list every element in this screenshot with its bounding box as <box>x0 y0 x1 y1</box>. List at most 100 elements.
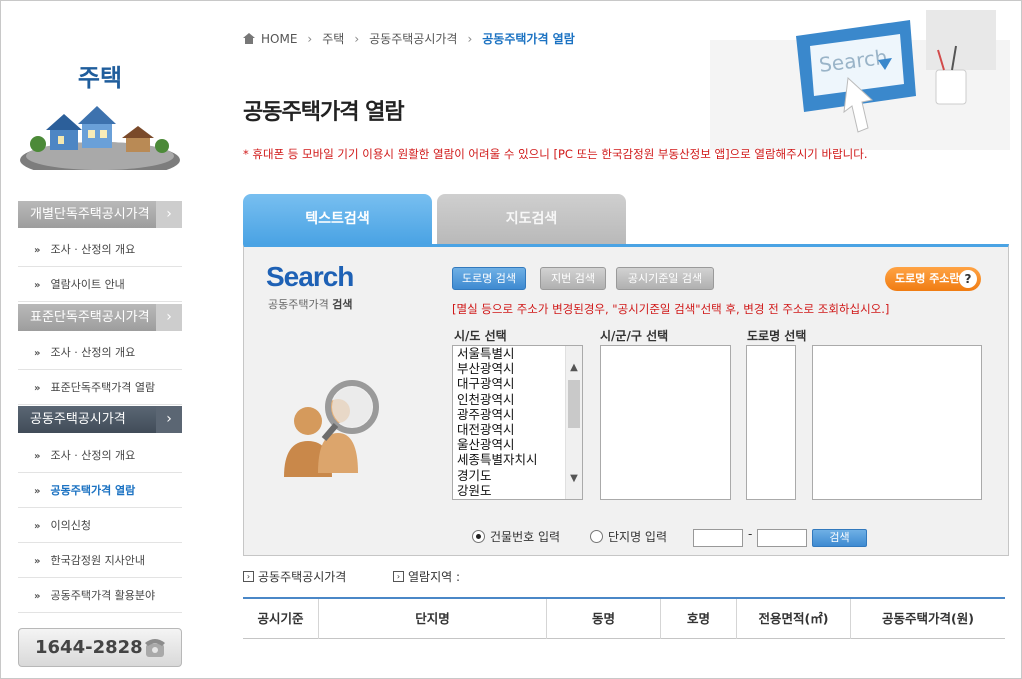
scroll-down-icon[interactable]: ▼ <box>566 471 582 487</box>
radio-label: 건물번호 입력 <box>490 530 561 544</box>
sidebar-item-apartment-view[interactable]: » 공동주택가격 열람 <box>18 473 182 508</box>
mobile-notice: * 휴대폰 등 모바일 기기 이용시 원활한 열람이 어려울 수 있으니 [PC… <box>243 147 868 161</box>
sido-option[interactable]: 세종특별자치시 <box>453 452 582 467</box>
sido-option[interactable]: 경기도 <box>453 468 582 483</box>
sido-options: 서울특별시 부산광역시 대구광역시 인천광역시 광주광역시 대전광역시 울산광역시 세종특별자… <box>453 346 582 498</box>
building-number-sub-input[interactable] <box>757 529 807 547</box>
radio-selected-icon[interactable] <box>472 530 485 543</box>
search-subtitle-prefix: 공동주택가격 <box>268 298 329 311</box>
scrollbar[interactable]: ▲ ▼ <box>565 346 582 499</box>
sido-select[interactable]: 서울특별시 부산광역시 대구광역시 인천광역시 광주광역시 대전광역시 울산광역시 세종특별자… <box>452 345 583 500</box>
bullet-icon: » <box>34 280 41 291</box>
sidebar-item-standard-view[interactable]: » 표준단독주택가격 열람 <box>18 370 182 405</box>
bullet-icon: » <box>34 521 41 532</box>
menu-individual-house[interactable]: 개별단독주택공시가격 › <box>18 201 182 228</box>
lot-number-search-button[interactable]: 지번 검색 <box>540 267 606 290</box>
col-complex-name: 단지명 <box>319 599 547 639</box>
col-notice-date: 공시기준 <box>243 599 319 639</box>
breadcrumb-home[interactable]: HOME <box>261 32 297 46</box>
search-submit-button[interactable]: 검색 <box>812 529 867 547</box>
chevron-right-icon: › <box>156 201 182 228</box>
road-address-button[interactable]: 도로명 주소란 ? <box>885 267 981 291</box>
road-address-label: 도로명 주소란 <box>895 272 960 285</box>
sidebar-item-survey-overview[interactable]: » 조사 · 산정의 개요 <box>18 438 182 473</box>
sidebar-item-label: 조사 · 산정의 개요 <box>50 346 136 359</box>
breadcrumb-apartment-price[interactable]: 공동주택공시가격 <box>369 30 457 47</box>
sido-option[interactable]: 대구광역시 <box>453 376 582 391</box>
chevron-right-icon: › <box>156 406 182 433</box>
bullet-icon: » <box>34 348 41 359</box>
breadcrumb: HOME › 주택 › 공동주택공시가격 › 공동주택가격 열람 <box>243 30 575 47</box>
sido-option[interactable]: 강원도 <box>453 483 582 498</box>
sidebar-item-objection[interactable]: » 이의신청 <box>18 508 182 543</box>
notice-date-search-button[interactable]: 공시기준일 검색 <box>616 267 714 290</box>
home-icon <box>243 33 255 44</box>
phone-number: 1644-2828 <box>35 637 143 658</box>
col-unit: 호명 <box>661 599 737 639</box>
bullet-icon: » <box>34 245 41 256</box>
sido-option[interactable]: 부산광역시 <box>453 361 582 376</box>
sigungu-label: 시/군/구 선택 <box>600 329 669 343</box>
breadcrumb-separator: › <box>307 31 313 46</box>
building-number-main-input[interactable] <box>693 529 743 547</box>
telephone-icon <box>145 639 165 657</box>
sidebar-item-branch-guide[interactable]: » 한국감정원 지사안내 <box>18 543 182 578</box>
arrow-box-icon: › <box>243 571 254 582</box>
road-name-select[interactable] <box>812 345 982 500</box>
col-building: 동명 <box>547 599 661 639</box>
sido-option[interactable]: 대전광역시 <box>453 422 582 437</box>
sidebar: 주택 개별단독주택공시가격 › » 조사 · 산정의 개요 » 열람사이트 안내 표… <box>18 0 182 679</box>
sigungu-select[interactable] <box>600 345 731 500</box>
road-initial-select[interactable] <box>746 345 796 500</box>
menu-label: 개별단독주택공시가격 <box>30 207 150 222</box>
radio-icon[interactable] <box>590 530 603 543</box>
breadcrumb-current: 공동주택가격 열람 <box>482 32 575 46</box>
building-number-radio[interactable]: 건물번호 입력 <box>472 528 560 545</box>
sidebar-item-survey-overview[interactable]: » 조사 · 산정의 개요 <box>18 232 182 267</box>
bullet-icon: » <box>34 556 41 567</box>
phone-banner: 1644-2828 <box>18 628 182 667</box>
sidebar-item-label: 이의신청 <box>50 519 91 532</box>
sidebar-item-usage[interactable]: » 공동주택가격 활용분야 <box>18 578 182 613</box>
search-subtitle: 공동주택가격 검색 <box>268 296 352 312</box>
bullet-icon: » <box>34 383 41 394</box>
scroll-up-icon[interactable]: ▲ <box>566 360 582 376</box>
sido-option[interactable]: 광주광역시 <box>453 407 582 422</box>
road-label: 도로명 선택 <box>747 329 807 343</box>
road-name-search-button[interactable]: 도로명 검색 <box>452 267 526 290</box>
sido-option[interactable]: 인천광역시 <box>453 392 582 407</box>
number-dash: - <box>748 527 753 541</box>
sido-option[interactable]: 서울특별시 <box>453 346 582 361</box>
bullet-icon: » <box>34 486 41 497</box>
menu-label: 공동주택공시가격 <box>30 412 126 427</box>
menu-apartment[interactable]: 공동주택공시가격 › <box>18 406 182 433</box>
breadcrumb-house[interactable]: 주택 <box>322 30 344 47</box>
page-title: 공동주택가격 열람 <box>243 100 405 125</box>
result-label-text: 열람지역 : <box>408 570 461 584</box>
bullet-icon: » <box>34 451 41 462</box>
sido-option[interactable]: 울산광역시 <box>453 437 582 452</box>
tab-map-search[interactable]: 지도검색 <box>437 194 626 244</box>
sidebar-title: 주택 <box>77 64 123 92</box>
arrow-box-icon: › <box>393 571 404 582</box>
radio-label: 단지명 입력 <box>608 530 668 544</box>
search-hero-illustration: Search <box>710 10 1010 150</box>
breadcrumb-separator: › <box>354 31 360 46</box>
search-subtitle-bold: 검색 <box>332 298 353 311</box>
sidebar-item-label: 조사 · 산정의 개요 <box>50 243 136 256</box>
search-panel: Search 공동주택가격 검색 도로명 검색 지번 검색 공시기준일 검색 도… <box>243 244 1009 556</box>
address-change-warning: [멸실 등으로 주소가 변경된경우, "공시기준일 검색"선택 후, 변경 전 … <box>452 302 890 316</box>
result-region-label: › 열람지역 : <box>393 568 460 585</box>
complex-name-radio[interactable]: 단지명 입력 <box>590 528 667 545</box>
result-table-header: 공시기준 단지명 동명 호명 전용면적(㎡) 공동주택가격(원) <box>243 597 1005 639</box>
sido-label: 시/도 선택 <box>454 329 507 343</box>
sidebar-item-label: 조사 · 산정의 개요 <box>50 449 136 462</box>
houses-illustration <box>20 106 180 170</box>
help-icon: ? <box>959 270 977 288</box>
tab-text-search[interactable]: 텍스트검색 <box>243 194 432 244</box>
sidebar-item-site-guide[interactable]: » 열람사이트 안내 <box>18 267 182 302</box>
scrollbar-thumb[interactable] <box>568 380 580 428</box>
menu-standard-house[interactable]: 표준단독주택공시가격 › <box>18 304 182 331</box>
bullet-icon: » <box>34 591 41 602</box>
sidebar-item-survey-overview[interactable]: » 조사 · 산정의 개요 <box>18 335 182 370</box>
